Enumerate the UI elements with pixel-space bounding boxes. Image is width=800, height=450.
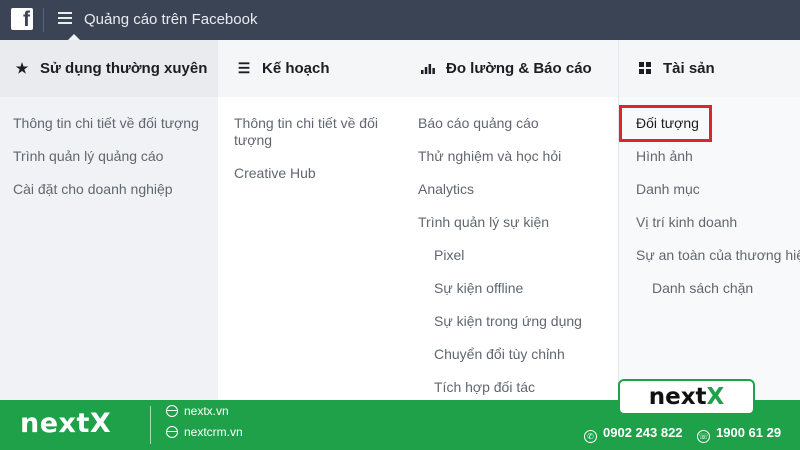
globe-icon: [166, 405, 178, 417]
menu-item-custom-conversions[interactable]: Chuyển đổi tùy chỉnh: [400, 346, 618, 363]
column-title: Sử dụng thường xuyên: [40, 60, 208, 77]
bar-chart-icon: [420, 61, 436, 77]
website-link-text[interactable]: nextx.vn: [184, 404, 229, 418]
column-title: Kế hoạch: [262, 60, 330, 77]
menu-item-audience-insights-plan[interactable]: Thông tin chi tiết về đối tượng: [218, 115, 383, 149]
phone-contact[interactable]: ✆ 0902 243 822: [584, 425, 683, 443]
hotline-contact[interactable]: ☏ 1900 61 29: [697, 425, 781, 443]
menu-item-partner-integrations[interactable]: Tích hợp đối tác: [400, 379, 618, 396]
grid-icon: [637, 61, 653, 77]
column-header-frequent: ★ Sử dụng thường xuyên: [0, 40, 218, 97]
topbar-title[interactable]: Quảng cáo trên Facebook: [84, 11, 257, 28]
nextx-badge-logo: nextX: [618, 379, 755, 415]
menu-item-images[interactable]: Hình ảnh: [619, 148, 800, 165]
menu-column-frequent: ★ Sử dụng thường xuyên Thông tin chi tiế…: [0, 40, 218, 400]
menu-item-audience-insights[interactable]: Thông tin chi tiết về đối tượng: [0, 115, 218, 132]
topbar: f Quảng cáo trên Facebook: [0, 0, 800, 40]
menu-item-test-and-learn[interactable]: Thử nghiệm và học hỏi: [400, 148, 618, 165]
menu-column-plan: ☰ Kế hoạch Thông tin chi tiết về đối tượ…: [218, 40, 400, 400]
hotline-number[interactable]: 1900 61 29: [716, 425, 781, 440]
menu-item-events-manager[interactable]: Trình quản lý sự kiện: [400, 214, 618, 231]
crm-link[interactable]: nextcrm.vn: [166, 425, 243, 439]
facebook-logo-icon[interactable]: f: [11, 8, 33, 31]
crm-link-text[interactable]: nextcrm.vn: [184, 425, 243, 439]
menu-item-pixel[interactable]: Pixel: [400, 247, 618, 264]
menu-item-block-lists[interactable]: Danh sách chặn: [619, 280, 800, 297]
menu-item-app-events[interactable]: Sự kiện trong ứng dụng: [400, 313, 618, 330]
menu-item-ads-manager[interactable]: Trình quản lý quảng cáo: [0, 148, 218, 165]
menu-item-catalogs[interactable]: Danh mục: [619, 181, 800, 198]
menu-column-measure: Đo lường & Báo cáo Báo cáo quảng cáo Thử…: [400, 40, 618, 400]
hamburger-menu-icon[interactable]: [58, 12, 72, 26]
hotline-icon: ☏: [697, 430, 710, 443]
phone-number[interactable]: 0902 243 822: [603, 425, 683, 440]
menu-item-analytics[interactable]: Analytics: [400, 181, 618, 198]
website-link[interactable]: nextx.vn: [166, 404, 229, 418]
menu-item-creative-hub[interactable]: Creative Hub: [218, 165, 383, 182]
menu-item-business-locations[interactable]: Vị trí kinh doanh: [619, 214, 800, 231]
column-header-plan: ☰ Kế hoạch: [218, 40, 400, 97]
phone-icon: ✆: [584, 430, 597, 443]
star-icon: ★: [15, 60, 29, 76]
list-icon: ☰: [237, 60, 251, 76]
menu-item-business-settings[interactable]: Cài đặt cho doanh nghiệp: [0, 181, 218, 198]
menu-item-ads-reporting[interactable]: Báo cáo quảng cáo: [400, 115, 618, 132]
menu-column-assets: Tài sản Đối tượng Hình ảnh Danh mục Vị t…: [618, 40, 800, 400]
column-header-measure: Đo lường & Báo cáo: [400, 40, 618, 97]
nextx-brand-logo: nextX: [20, 408, 112, 439]
audiences-highlight-box: [619, 105, 712, 142]
globe-icon: [166, 426, 178, 438]
banner-divider: [150, 406, 151, 444]
column-title: Tài sản: [663, 60, 715, 77]
column-header-assets: Tài sản: [619, 40, 800, 97]
column-title: Đo lường & Báo cáo: [446, 60, 592, 77]
menu-item-offline-events[interactable]: Sự kiện offline: [400, 280, 618, 297]
topbar-divider: [43, 8, 44, 32]
menu-item-brand-safety[interactable]: Sự an toàn của thương hiệu: [619, 247, 800, 264]
